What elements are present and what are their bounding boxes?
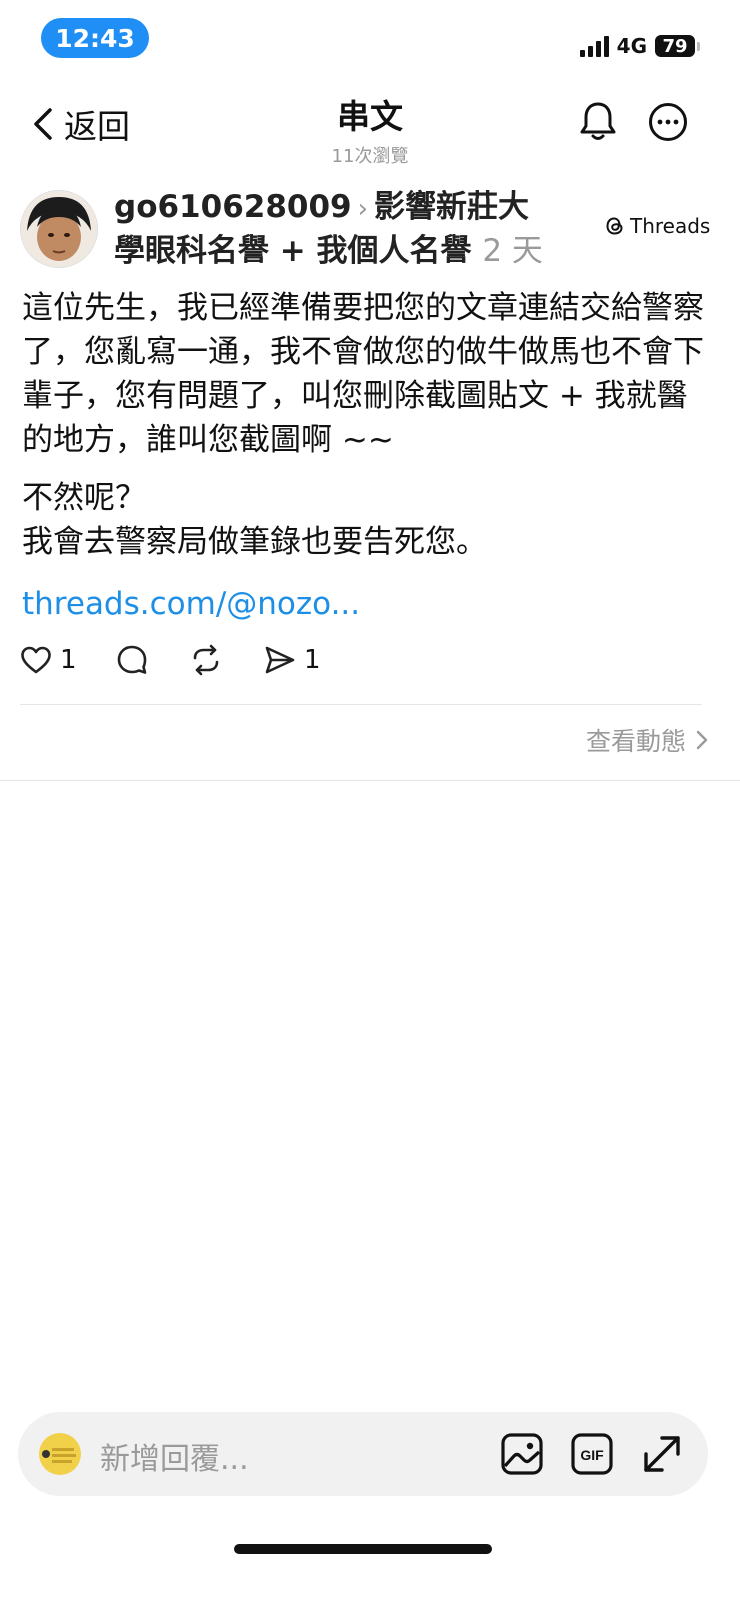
username[interactable]: go610628009 (114, 189, 352, 225)
post-line: 不然呢？ (22, 480, 146, 516)
chevron-left-icon (34, 108, 52, 140)
share-button[interactable]: 1 (264, 645, 321, 675)
repost-icon (193, 644, 219, 676)
back-button[interactable]: 返回 (32, 100, 130, 148)
home-indicator (234, 1544, 492, 1554)
bell-icon (580, 102, 616, 140)
reply-input[interactable]: 新增回覆... (100, 1434, 249, 1478)
add-gif-button[interactable]: GIF (570, 1432, 614, 1480)
page-title-text: 串文 (337, 97, 403, 136)
heart-icon (21, 646, 51, 674)
add-image-button[interactable] (500, 1432, 544, 1480)
battery-icon: 79 (655, 35, 700, 57)
share-count: 1 (304, 645, 321, 675)
view-count: 11次瀏覽 (331, 146, 409, 167)
expand-button[interactable] (640, 1432, 684, 1480)
status-time: 12:43 (41, 18, 149, 58)
view-activity-label: 查看動態 (585, 727, 686, 756)
chevron-right-icon: › (357, 194, 369, 224)
topic-tag-continued[interactable]: 學眼科名譽 + 我個人名譽 (114, 233, 472, 269)
signal-icon (579, 35, 609, 57)
notification-button[interactable] (580, 100, 616, 146)
post-paragraph: 這位先生，我已經準備要把您的文章連結交給警察了，您亂寫一通，我不會做您的做牛做馬… (22, 290, 704, 458)
svg-text:GIF: GIF (580, 1447, 604, 1463)
post-header: go610628009 › 影響新莊大 學眼科名譽 + 我個人名譽 2 天 (114, 186, 554, 272)
topic-tag[interactable]: 影響新莊大 (374, 189, 529, 225)
reply-avatar (39, 1433, 81, 1475)
network-type: 4G (616, 34, 647, 58)
post-age: 2 天 (482, 233, 543, 269)
repost-button[interactable] (190, 644, 264, 676)
page-title: 串文 11次瀏覽 (270, 90, 470, 168)
gif-icon: GIF (571, 1433, 613, 1475)
chevron-right-icon (696, 730, 708, 750)
comment-button[interactable] (116, 644, 190, 676)
like-button[interactable]: 1 (20, 645, 116, 675)
comment-icon (117, 645, 147, 674)
divider (0, 780, 740, 781)
reply-bar[interactable]: 新增回覆... GIF (18, 1412, 708, 1496)
post-line: 我會去警察局做筆錄也要告死您。 (22, 524, 487, 560)
back-label: 返回 (64, 107, 130, 146)
battery-level: 79 (655, 35, 695, 57)
view-activity-link[interactable]: 查看動態 (586, 722, 708, 758)
threads-logo-icon (606, 217, 623, 235)
post-body: 這位先生，我已經準備要把您的文章連結交給警察了，您亂寫一通，我不會做您的做牛做馬… (22, 286, 712, 564)
post-actions: 1 1 (20, 644, 321, 676)
divider (20, 704, 702, 705)
post-link[interactable]: threads.com/@nozo... (22, 586, 360, 622)
like-count: 1 (60, 645, 77, 675)
more-icon (649, 103, 687, 141)
status-indicators: 4G 79 (579, 28, 700, 64)
avatar[interactable] (20, 190, 98, 268)
post-paragraph: 不然呢？ 我會去警察局做筆錄也要告死您。 (22, 476, 712, 564)
send-icon (265, 646, 295, 674)
threads-badge-label: Threads (630, 214, 711, 238)
image-icon (501, 1433, 543, 1475)
more-button[interactable] (648, 102, 688, 146)
threads-badge[interactable]: Threads (604, 214, 710, 238)
expand-icon (644, 1436, 680, 1472)
